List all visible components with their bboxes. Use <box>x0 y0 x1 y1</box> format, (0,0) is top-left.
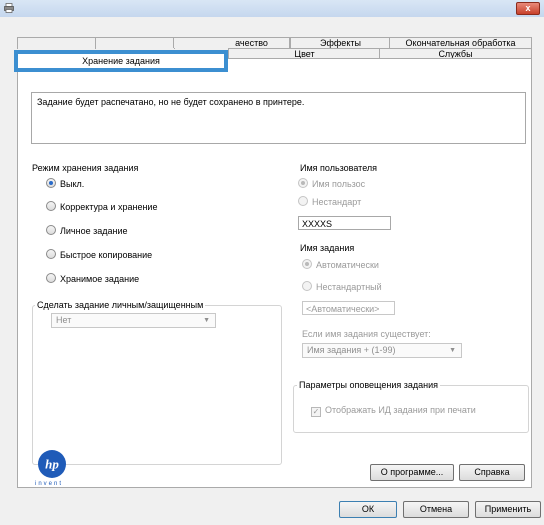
storage-mode-stored[interactable]: Хранимое задание <box>46 273 139 285</box>
tab-job-storage-label: Хранение задания <box>82 56 160 66</box>
hp-tagline: invent <box>35 481 64 487</box>
storage-mode-personal[interactable]: Личное задание <box>46 225 128 237</box>
radio-selected[interactable] <box>46 178 56 188</box>
cancel-button[interactable]: Отмена <box>403 501 469 518</box>
job-name-auto[interactable]: Автоматически <box>302 259 379 271</box>
tab-back-2[interactable] <box>95 37 175 49</box>
close-button[interactable]: x <box>516 2 540 15</box>
storage-mode-quick-copy[interactable]: Быстрое копирование <box>46 249 152 261</box>
svg-text:hp: hp <box>45 457 59 472</box>
radio-unselected[interactable] <box>46 201 56 211</box>
private-select[interactable]: Нет ▼ <box>51 313 216 328</box>
tab-job-storage[interactable]: Хранение задания <box>14 50 228 72</box>
radio-unselected[interactable] <box>46 249 56 259</box>
tab-back-1[interactable] <box>17 37 97 49</box>
radio-unselected[interactable] <box>298 196 308 206</box>
job-name-custom[interactable]: Нестандартный <box>302 281 382 293</box>
radio-unselected[interactable] <box>46 273 56 283</box>
radio-unselected[interactable] <box>302 281 312 291</box>
help-button[interactable]: Справка <box>459 464 525 481</box>
chevron-down-icon: ▼ <box>449 347 456 354</box>
chevron-down-icon: ▼ <box>203 317 210 324</box>
job-name-exists-select[interactable]: Имя задания + (1-99) ▼ <box>302 343 462 358</box>
private-legend: Сделать задание личным/защищенным <box>35 299 206 311</box>
hp-logo: hp <box>38 450 66 478</box>
job-name-legend: Имя задания <box>298 242 357 254</box>
radio-selected[interactable] <box>298 178 308 188</box>
tab-quality[interactable]: ачество <box>173 37 290 48</box>
radio-unselected[interactable] <box>46 225 56 235</box>
ok-button[interactable]: ОК <box>339 501 397 518</box>
radio-selected[interactable] <box>302 259 312 269</box>
apply-button[interactable]: Применить <box>475 501 541 518</box>
user-name-legend: Имя пользователя <box>298 162 380 174</box>
title-bar: x <box>0 0 544 18</box>
notify-legend: Параметры оповещения задания <box>297 379 440 391</box>
private-group: Сделать задание личным/защищенным <box>32 299 282 465</box>
job-name-input[interactable]: <Автоматически> <box>302 301 395 315</box>
about-button[interactable]: О программе... <box>370 464 454 481</box>
user-name-custom[interactable]: Нестандарт <box>298 196 361 208</box>
checkbox-checked[interactable]: ✓ <box>311 407 321 417</box>
job-name-exists-label: Если имя задания существует: <box>302 329 431 339</box>
job-description-text: Задание будет распечатано, но не будет с… <box>37 97 305 107</box>
storage-mode-legend: Режим хранения задания <box>30 162 141 174</box>
job-description: Задание будет распечатано, но не будет с… <box>31 92 526 144</box>
storage-mode-proof[interactable]: Корректура и хранение <box>46 201 157 213</box>
user-name-input[interactable]: XXXXS <box>298 216 391 230</box>
notify-show-id[interactable]: ✓ Отображать ИД задания при печати <box>311 404 476 417</box>
printer-icon <box>4 3 14 13</box>
storage-mode-off[interactable]: Выкл. <box>46 178 84 190</box>
user-name-default[interactable]: Имя пользос <box>298 178 365 190</box>
